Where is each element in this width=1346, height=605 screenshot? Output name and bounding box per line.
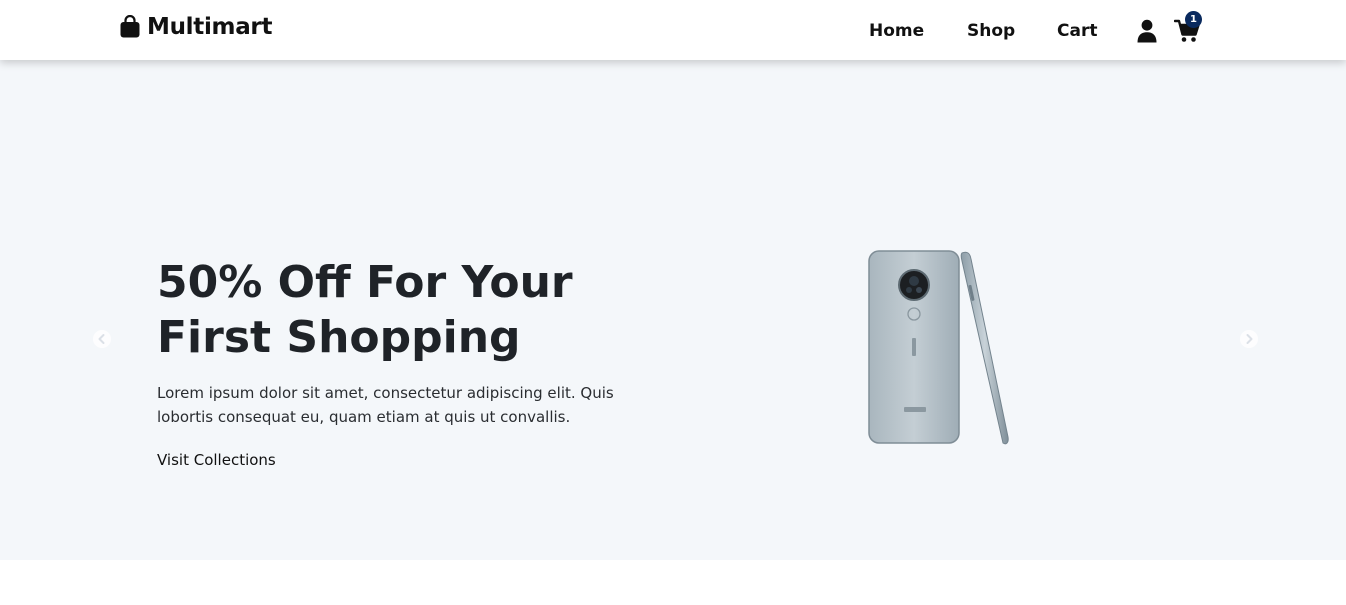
navbar: Multimart Home Shop Cart 1 — [0, 0, 1346, 60]
chevron-left-icon — [98, 334, 105, 344]
page-content-below — [0, 560, 1346, 605]
user-icon[interactable] — [1137, 19, 1157, 43]
brand-logo[interactable]: Multimart — [119, 14, 272, 40]
visit-collections-button[interactable]: Visit Collections — [157, 451, 276, 469]
shopping-bag-icon — [120, 15, 140, 38]
hero-product-image — [868, 250, 1009, 445]
carousel-next-button[interactable] — [1240, 330, 1258, 348]
nav-home-link[interactable]: Home — [869, 21, 924, 41]
nav-cart-link[interactable]: Cart — [1057, 21, 1097, 41]
nav-shop-link[interactable]: Shop — [967, 21, 1015, 41]
brand-name: Multimart — [147, 14, 273, 40]
cart-count-badge: 1 — [1185, 11, 1202, 28]
chevron-right-icon — [1246, 334, 1253, 344]
hero-title: 50% Off For Your First Shopping — [157, 257, 573, 363]
hero-banner: 50% Off For Your First Shopping Lorem ip… — [0, 60, 1346, 560]
carousel-prev-button[interactable] — [93, 330, 111, 348]
hero-description: Lorem ipsum dolor sit amet, consectetur … — [157, 384, 614, 426]
